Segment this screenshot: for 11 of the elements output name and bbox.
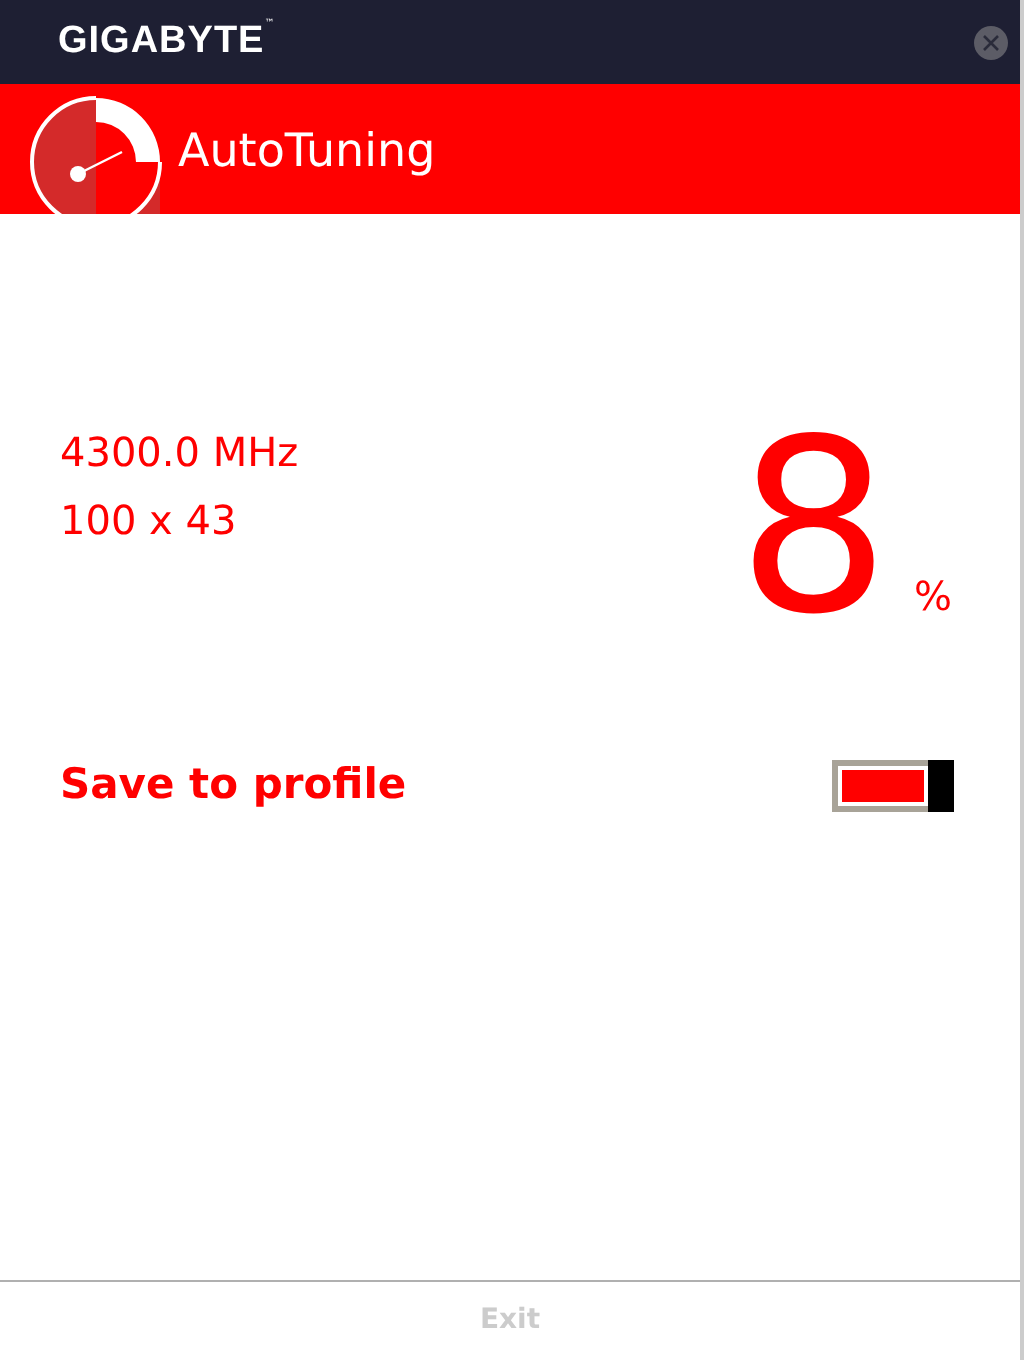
brand-logo: GIGABYTE (58, 17, 265, 66)
speedometer-icon (30, 94, 166, 214)
header-title: AutoTuning (178, 123, 436, 181)
save-to-profile-label: Save to profile (60, 758, 407, 812)
progress-value: 8 (737, 410, 890, 650)
close-button[interactable] (974, 25, 1008, 59)
percent-unit: % (913, 570, 952, 624)
close-icon (982, 33, 1000, 51)
multiplier-reading: 100 x 43 (60, 494, 239, 548)
frequency-reading: 4300.0 MHz (60, 426, 299, 480)
toggle-switch[interactable] (832, 759, 954, 812)
